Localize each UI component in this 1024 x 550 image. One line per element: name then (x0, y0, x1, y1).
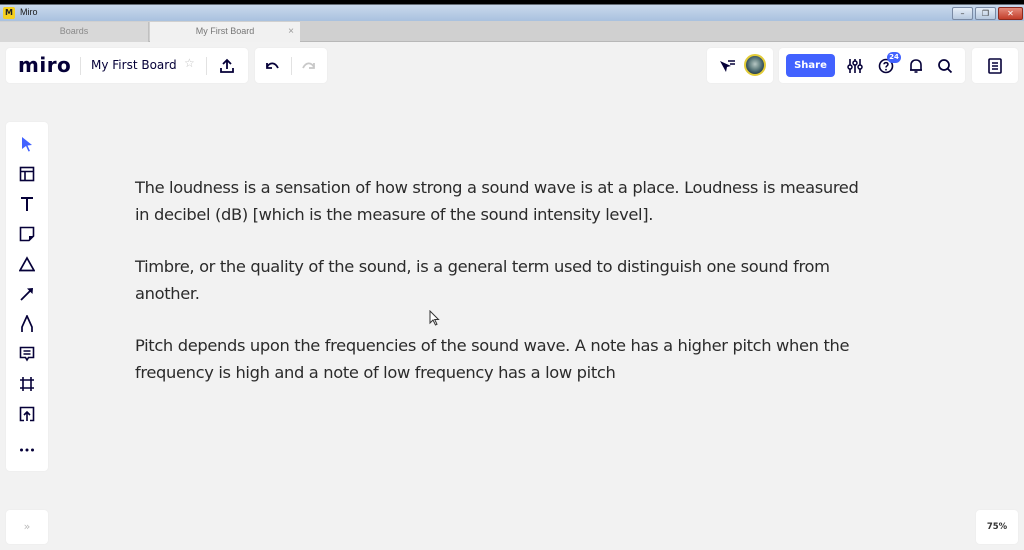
zoom-level-indicator[interactable]: 75% (976, 510, 1018, 544)
text-icon (20, 196, 34, 216)
minimize-button[interactable]: – (952, 7, 973, 20)
cursor-tracking-icon[interactable] (717, 56, 737, 76)
expand-panel-button[interactable]: » (6, 510, 48, 544)
tool-connection-line[interactable] (15, 284, 39, 308)
arrow-icon (19, 286, 35, 306)
text-paragraph-timbre[interactable]: Timbre, or the quality of the sound, is … (135, 254, 935, 307)
tool-shapes[interactable] (15, 254, 39, 278)
board-canvas[interactable]: miro My First Board ☆ Share 24 The loudn… (0, 42, 1024, 550)
board-name[interactable]: My First Board (91, 58, 177, 72)
tab-label: Boards (59, 26, 89, 36)
divider (206, 57, 207, 75)
notes-icon[interactable] (985, 56, 1005, 76)
tool-pen[interactable] (15, 313, 39, 338)
miro-logo[interactable]: miro (18, 53, 71, 77)
tab-bar: Boards My First Board × (0, 21, 1024, 42)
notes-panel (972, 48, 1018, 83)
window-titlebar: M Miro – ❐ ✕ (0, 0, 1024, 21)
tool-frame[interactable] (15, 374, 39, 398)
divider (291, 57, 292, 75)
text-paragraph-loudness[interactable]: The loudness is a sensation of how stron… (135, 175, 935, 228)
text-line: The loudness is a sensation of how stron… (135, 178, 859, 197)
tool-sticky-note[interactable] (15, 224, 39, 248)
tool-templates[interactable] (15, 164, 39, 188)
double-chevron-right-icon: » (23, 520, 31, 533)
tool-select[interactable] (15, 134, 39, 158)
creation-toolbar (6, 122, 48, 471)
tab-boards[interactable]: Boards (0, 22, 149, 42)
tab-label: My First Board (195, 26, 255, 36)
divider (80, 57, 81, 75)
triangle-icon (18, 256, 36, 276)
star-icon[interactable]: ☆ (184, 56, 195, 70)
zoom-level: 75% (986, 522, 1008, 532)
close-window-button[interactable]: ✕ (998, 7, 1023, 20)
text-paragraph-pitch[interactable]: Pitch depends upon the frequencies of th… (135, 333, 935, 386)
help-notification-badge: 24 (887, 52, 901, 63)
more-icon (19, 437, 35, 456)
upload-box-icon (19, 406, 35, 426)
undo-icon[interactable] (262, 56, 282, 76)
frame-icon (19, 376, 35, 396)
bell-icon[interactable] (906, 56, 926, 76)
miro-app-icon: M (3, 7, 15, 19)
sliders-icon[interactable] (845, 56, 865, 76)
tool-more[interactable] (15, 434, 39, 458)
board-header-panel: miro My First Board ☆ (6, 48, 248, 83)
text-line: in decibel (dB) [which is the measure of… (135, 204, 654, 224)
text-line: another. (135, 283, 200, 303)
close-tab-icon[interactable]: × (288, 22, 294, 41)
restore-button[interactable]: ❐ (975, 7, 996, 20)
redo-icon[interactable] (299, 56, 319, 76)
text-line: frequency is high and a note of low freq… (135, 362, 616, 382)
text-line: Timbre, or the quality of the sound, is … (135, 257, 830, 276)
mouse-pointer-icon (428, 310, 440, 326)
cursor-icon (20, 136, 34, 156)
user-avatar[interactable] (744, 54, 766, 76)
tab-my-first-board[interactable]: My First Board × (150, 22, 300, 42)
pen-icon (20, 313, 34, 337)
comment-icon (19, 346, 35, 366)
search-icon[interactable] (935, 56, 955, 76)
text-line: Pitch depends upon the frequencies of th… (135, 336, 850, 355)
sticky-note-icon (19, 226, 35, 246)
tool-text[interactable] (15, 194, 39, 218)
undo-redo-panel (255, 48, 327, 83)
template-icon (19, 166, 35, 186)
tool-upload[interactable] (15, 404, 39, 428)
upload-icon[interactable] (217, 56, 237, 76)
share-button[interactable]: Share (786, 54, 835, 77)
tool-comment[interactable] (15, 344, 39, 368)
window-title: Miro (20, 7, 38, 17)
